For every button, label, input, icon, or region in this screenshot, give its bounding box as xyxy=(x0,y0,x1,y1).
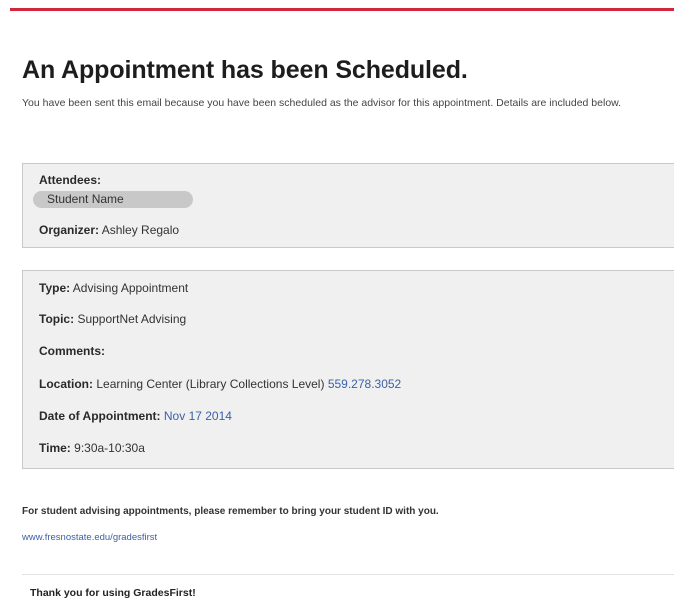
type-label: Type: xyxy=(39,281,71,295)
attendee-chip[interactable]: Student Name xyxy=(33,191,193,208)
attendees-panel: Attendees: Student Name Organizer: Ashle… xyxy=(22,163,674,248)
topic-label: Topic: xyxy=(39,312,75,326)
topic-value: SupportNet Advising xyxy=(77,312,187,326)
email-message: An Appointment has been Scheduled. You h… xyxy=(0,0,674,609)
footer-divider xyxy=(22,574,674,575)
time-label: Time: xyxy=(39,441,71,455)
comments-label: Comments: xyxy=(39,344,106,358)
location-value: Learning Center (Library Collections Lev… xyxy=(96,377,325,391)
type-value: Advising Appointment xyxy=(72,281,189,295)
header-accent-rule xyxy=(10,8,674,11)
date-label: Date of Appointment: xyxy=(39,409,161,423)
intro-text: You have been sent this email because yo… xyxy=(22,97,622,109)
thanks-message: Thank you for using GradesFirst! xyxy=(30,587,196,599)
location-field: Location: Learning Center (Library Colle… xyxy=(39,377,401,391)
appointment-details-panel: Type: Advising Appointment Topic: Suppor… xyxy=(22,270,674,469)
date-field: Date of Appointment: Nov 17 2014 xyxy=(39,409,232,423)
date-value-link[interactable]: Nov 17 2014 xyxy=(164,409,232,423)
location-phone-link[interactable]: 559.278.3052 xyxy=(328,377,401,391)
organizer-field: Organizer: Ashley Regalo xyxy=(39,223,179,237)
student-id-reminder: For student advising appointments, pleas… xyxy=(22,506,439,517)
comments-field: Comments: xyxy=(39,344,105,358)
time-value: 9:30a-10:30a xyxy=(74,441,145,455)
time-field: Time: 9:30a-10:30a xyxy=(39,441,145,455)
location-label: Location: xyxy=(39,377,93,391)
organizer-label: Organizer: xyxy=(39,223,100,237)
topic-field: Topic: SupportNet Advising xyxy=(39,312,186,326)
attendees-label: Attendees: xyxy=(39,173,102,187)
type-field: Type: Advising Appointment xyxy=(39,281,188,295)
organizer-value: Ashley Regalo xyxy=(101,223,180,237)
gradesfirst-link[interactable]: www.fresnostate.edu/gradesfirst xyxy=(22,532,157,543)
page-title: An Appointment has been Scheduled. xyxy=(22,56,468,84)
